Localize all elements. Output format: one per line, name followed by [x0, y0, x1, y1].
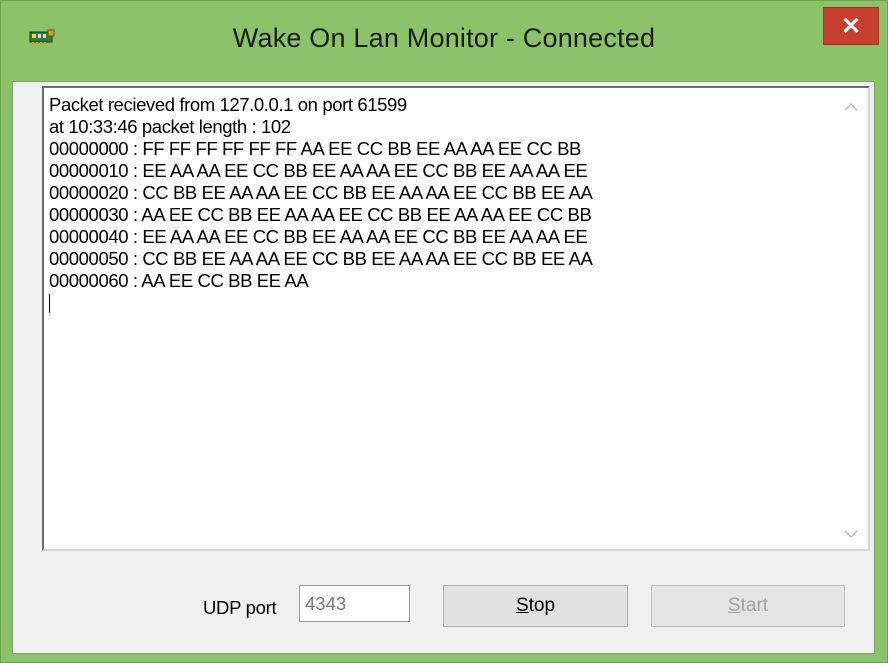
log-line: 00000030 : AA EE CC BB EE AA AA EE CC BB…	[49, 204, 592, 225]
scroll-up-arrow-icon[interactable]	[842, 100, 860, 114]
vertical-scrollbar[interactable]	[834, 88, 868, 549]
stop-button[interactable]: Stop	[443, 585, 628, 627]
log-line: 00000000 : FF FF FF FF FF FF AA EE CC BB…	[49, 138, 581, 159]
packet-log-textarea[interactable]: Packet recieved from 127.0.0.1 on port 6…	[42, 86, 870, 551]
log-line: at 10:33:46 packet length : 102	[49, 116, 291, 137]
log-line: Packet recieved from 127.0.0.1 on port 6…	[49, 94, 407, 115]
packet-log-content[interactable]: Packet recieved from 127.0.0.1 on port 6…	[49, 94, 819, 314]
stop-button-label: Stop	[515, 595, 556, 616]
app-window: Wake On Lan Monitor - Connected ✕ Packet…	[0, 0, 888, 663]
log-line: 00000050 : CC BB EE AA AA EE CC BB EE AA…	[49, 248, 593, 269]
udp-port-label: UDP port	[203, 597, 277, 618]
start-button-label: Start	[727, 595, 769, 616]
close-icon: ✕	[840, 12, 862, 40]
client-area: Packet recieved from 127.0.0.1 on port 6…	[12, 81, 875, 654]
window-title: Wake On Lan Monitor - Connected	[232, 23, 656, 53]
udp-port-input[interactable]	[299, 585, 410, 622]
log-line: 00000060 : AA EE CC BB EE AA	[49, 270, 309, 291]
start-button[interactable]: Start	[651, 585, 845, 627]
log-line: 00000010 : EE AA AA EE CC BB EE AA AA EE…	[49, 160, 588, 181]
scroll-down-arrow-icon[interactable]	[842, 527, 860, 541]
close-button[interactable]: ✕	[823, 7, 879, 45]
title-bar[interactable]: Wake On Lan Monitor - Connected ✕	[1, 1, 887, 81]
log-line: 00000040 : EE AA AA EE CC BB EE AA AA EE…	[49, 226, 588, 247]
text-caret	[49, 294, 50, 313]
log-line: 00000020 : CC BB EE AA AA EE CC BB EE AA…	[49, 182, 593, 203]
